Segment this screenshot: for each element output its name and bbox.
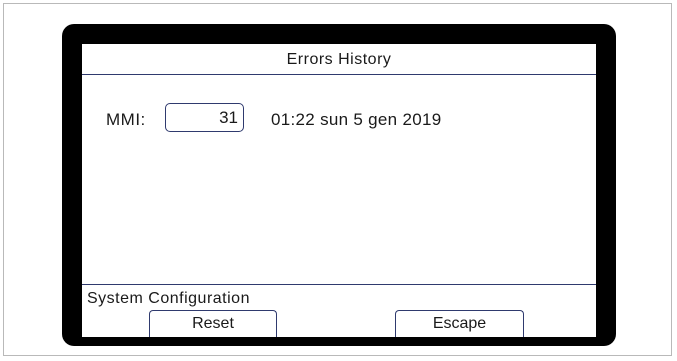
status-divider bbox=[82, 284, 596, 285]
page-title: Errors History bbox=[286, 51, 392, 68]
mmi-value-field[interactable]: 31 bbox=[165, 103, 244, 132]
escape-button[interactable]: Escape bbox=[395, 310, 524, 337]
reset-button[interactable]: Reset bbox=[149, 310, 277, 337]
title-divider bbox=[82, 74, 596, 75]
error-timestamp: 01:22 sun 5 gen 2019 bbox=[271, 110, 442, 129]
display-screen: Errors History MMI: 31 01:22 sun 5 gen 2… bbox=[82, 44, 596, 337]
status-bar-text: System Configuration bbox=[87, 290, 250, 307]
mmi-label: MMI: bbox=[106, 110, 146, 129]
